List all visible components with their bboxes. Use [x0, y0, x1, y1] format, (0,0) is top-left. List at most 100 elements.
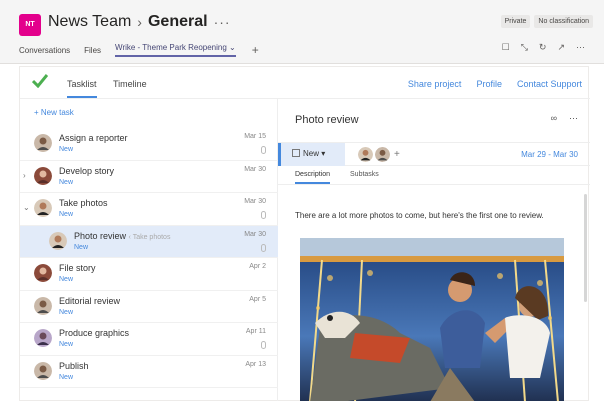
status-badge: New: [59, 276, 74, 283]
tab-wrike[interactable]: Wrike - Theme Park Reopening ⌄: [115, 43, 236, 57]
more-options-icon[interactable]: ···: [214, 14, 231, 30]
due-date: Mar 30: [244, 165, 266, 173]
checkbox-icon: [292, 149, 300, 157]
task-list: Assign a reporter New Mar 15 › Develop s…: [20, 128, 278, 388]
list-item[interactable]: Publish New Apr 13: [20, 356, 278, 388]
avatar: [34, 329, 52, 347]
tab-subtasks[interactable]: Subtasks: [350, 171, 379, 184]
status-label: New: [303, 149, 320, 158]
add-assignee-icon[interactable]: +: [394, 149, 400, 160]
list-item[interactable]: › Develop story New Mar 30: [20, 161, 278, 193]
team-name[interactable]: News Team: [48, 13, 131, 31]
detail-tabs: Description Subtasks: [295, 171, 379, 184]
private-badge: Private: [500, 15, 531, 28]
wrike-nav: Tasklist Timeline Share project Profile …: [20, 67, 590, 99]
contact-support-link[interactable]: Contact Support: [517, 79, 582, 89]
team-avatar[interactable]: NT: [19, 14, 41, 36]
new-task-button[interactable]: + New task: [34, 108, 74, 117]
task-title: Photo review: [74, 230, 127, 241]
chevron-down-icon[interactable]: ⌄: [23, 203, 30, 212]
parent-task-link[interactable]: ‹ Take photos: [129, 234, 171, 241]
task-title: Editorial review: [59, 295, 121, 306]
channel-tabs: Conversations Files Wrike - Theme Park R…: [19, 43, 259, 57]
share-project-link[interactable]: Share project: [408, 79, 462, 89]
tab-description[interactable]: Description: [295, 171, 331, 184]
avatar: [34, 199, 52, 217]
status-badge: New: [59, 146, 74, 153]
tab-files[interactable]: Files: [84, 46, 101, 55]
team-labels: Private No classification: [500, 15, 593, 28]
list-item[interactable]: Editorial review New Apr 5: [20, 291, 278, 323]
avatar[interactable]: [358, 147, 373, 162]
list-item[interactable]: Assign a reporter New Mar 15: [20, 128, 278, 161]
chevron-right-icon[interactable]: ›: [23, 171, 26, 180]
due-date: Mar 30: [244, 198, 266, 205]
link-icon[interactable]: ∞: [551, 113, 557, 124]
more-icon[interactable]: ⋯: [569, 113, 578, 124]
refresh-icon[interactable]: ↻: [539, 42, 547, 53]
task-title: Publish: [59, 360, 89, 371]
due-date: Apr 11: [245, 328, 266, 335]
task-title-row: Photo review ‹ Take photos: [74, 231, 170, 241]
avatar: [34, 166, 52, 185]
task-title: Assign a reporter: [59, 133, 128, 143]
status-badge: New: [59, 178, 74, 186]
due-date: Mar 15: [244, 133, 266, 140]
avatar: [34, 296, 52, 315]
tab-tasklist[interactable]: Tasklist: [67, 79, 97, 98]
task-detail-pane: Photo review ∞ ⋯ New ▾ + Mar 29 - Mar 30…: [278, 99, 590, 401]
status-dropdown[interactable]: New ▾: [278, 143, 345, 166]
status-badge: New: [59, 308, 74, 316]
status-badge: New: [59, 211, 74, 218]
task-status-bar: New ▾ + Mar 29 - Mar 30: [278, 142, 590, 166]
attachment-icon: [261, 341, 266, 349]
teams-header: NT News Team › General ··· Private No cl…: [0, 0, 604, 64]
list-item[interactable]: File story New Apr 2: [20, 258, 278, 291]
due-date: Apr 5: [249, 295, 266, 303]
list-item[interactable]: Produce graphics New Apr 11: [20, 323, 278, 356]
tab-conversations[interactable]: Conversations: [19, 46, 70, 55]
avatar: [49, 231, 67, 250]
breadcrumb: News Team › General ···: [48, 13, 231, 31]
carousel-photo: [300, 238, 564, 401]
divider: [278, 184, 590, 185]
wrike-logo-icon: [32, 74, 48, 88]
tab-timeline[interactable]: Timeline: [113, 79, 147, 89]
task-detail-title[interactable]: Photo review: [295, 114, 359, 126]
status-badge: New: [74, 243, 89, 251]
detail-actions: ∞ ⋯: [551, 113, 578, 124]
list-item[interactable]: ⌄ Take photos New Mar 30: [20, 193, 278, 226]
due-date: Apr 2: [249, 263, 266, 270]
caret-down-icon: ▾: [319, 149, 326, 158]
classification-badge: No classification: [534, 15, 593, 28]
status-badge: New: [59, 373, 74, 381]
assignees: +: [358, 147, 400, 162]
task-description[interactable]: There are a lot more photos to come, but…: [295, 211, 544, 220]
nav-links: Share project Profile Contact Support: [408, 79, 582, 89]
add-tab-icon[interactable]: +: [252, 43, 259, 57]
list-item-selected[interactable]: Photo review ‹ Take photos New Mar 30: [20, 225, 278, 258]
channel-name[interactable]: General: [148, 13, 208, 31]
wrike-app: Tasklist Timeline Share project Profile …: [19, 66, 590, 401]
expand-icon[interactable]: ⤡: [521, 42, 528, 53]
status-badge: New: [59, 341, 74, 348]
avatar: [34, 264, 52, 282]
date-range[interactable]: Mar 29 - Mar 30: [521, 150, 578, 159]
chevron-down-icon: ⌄: [229, 43, 236, 52]
avatar[interactable]: [375, 147, 390, 162]
task-title: Develop story: [59, 165, 115, 176]
task-title: File story: [59, 263, 96, 273]
attachment-icon: [261, 146, 266, 154]
tab-wrike-label: Wrike - Theme Park Reopening: [115, 43, 227, 52]
scrollbar[interactable]: [584, 194, 587, 302]
profile-link[interactable]: Profile: [476, 79, 502, 89]
chat-icon[interactable]: ☐: [502, 42, 510, 53]
tab-actions: ☐ ⤡ ↻ ↗ ⋯: [502, 42, 585, 53]
task-title: Produce graphics: [59, 328, 130, 338]
task-list-pane: + New task Assign a reporter New Mar 15 …: [20, 99, 278, 401]
due-date: Apr 13: [245, 360, 266, 368]
open-external-icon[interactable]: ↗: [557, 42, 565, 53]
avatar: [34, 134, 52, 152]
more-icon[interactable]: ⋯: [576, 42, 585, 53]
task-title: Take photos: [59, 198, 108, 208]
